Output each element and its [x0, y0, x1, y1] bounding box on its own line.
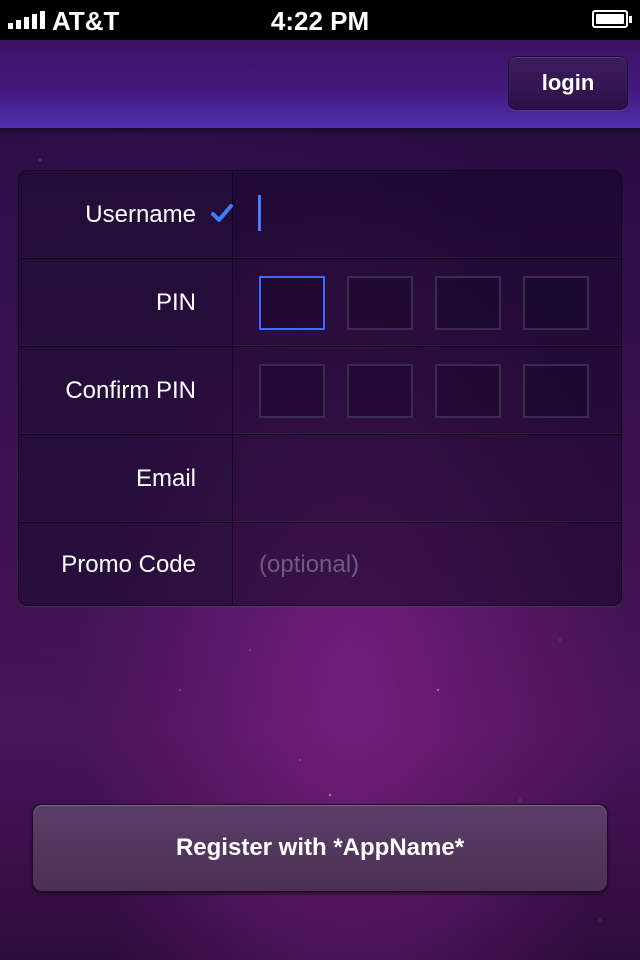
confirm-pin-digit-4[interactable] — [523, 364, 589, 418]
confirm-pin-digit-3[interactable] — [435, 364, 501, 418]
status-bar: AT&T 4:22 PM — [0, 0, 640, 40]
confirm-pin-input[interactable] — [233, 347, 621, 434]
pin-row: PIN — [19, 259, 621, 347]
register-screen: login Username PIN Confirm PIN Email Pro… — [0, 40, 640, 960]
promo-code-row: Promo Code (optional) — [19, 523, 621, 605]
login-button[interactable]: login — [508, 56, 628, 110]
register-button[interactable]: Register with *AppName* — [32, 804, 608, 892]
email-row: Email — [19, 435, 621, 523]
promo-code-field[interactable]: (optional) — [233, 523, 621, 605]
text-cursor — [258, 195, 261, 231]
promo-code-label: Promo Code — [61, 551, 196, 578]
promo-code-placeholder: (optional) — [259, 551, 360, 578]
pin-digit-1[interactable] — [259, 276, 325, 330]
email-field[interactable] — [233, 435, 621, 522]
pin-label: PIN — [155, 288, 196, 316]
checkmark-icon — [211, 204, 233, 222]
pin-digit-4[interactable] — [523, 276, 589, 330]
navigation-bar: login — [0, 40, 640, 129]
email-label: Email — [135, 464, 196, 492]
username-label: Username — [85, 200, 196, 228]
confirm-pin-digit-1[interactable] — [259, 364, 325, 418]
status-time: 4:22 PM — [270, 6, 370, 36]
pin-digit-2[interactable] — [347, 276, 413, 330]
registration-form: Username PIN Confirm PIN Email Promo Cod… — [18, 170, 622, 606]
confirm-pin-row: Confirm PIN — [19, 347, 621, 435]
confirm-pin-label: Confirm PIN — [65, 376, 196, 404]
confirm-pin-digit-2[interactable] — [347, 364, 413, 418]
username-input[interactable] — [233, 171, 621, 258]
pin-digit-3[interactable] — [435, 276, 501, 330]
pin-input[interactable] — [233, 259, 621, 346]
battery-icon — [592, 10, 632, 28]
username-row: Username — [19, 171, 621, 259]
